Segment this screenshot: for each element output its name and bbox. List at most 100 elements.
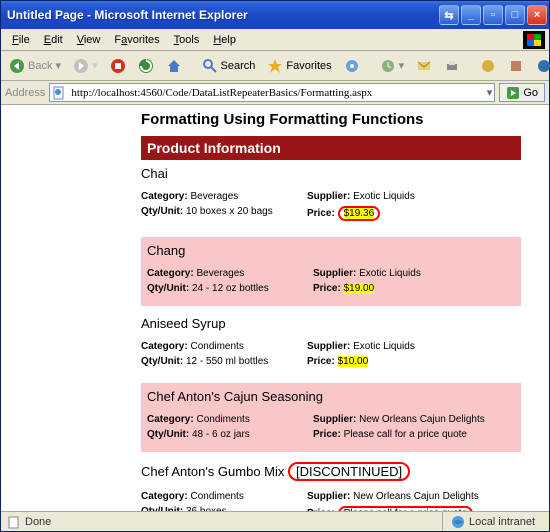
search-button[interactable]: Search bbox=[198, 56, 260, 76]
menu-file[interactable]: File bbox=[5, 32, 37, 48]
plugin-icon bbox=[536, 58, 550, 74]
address-input[interactable] bbox=[69, 86, 483, 100]
search-icon bbox=[202, 58, 218, 74]
category-label: Category: bbox=[147, 414, 194, 425]
category-label: Category: bbox=[141, 491, 188, 502]
media-button[interactable] bbox=[340, 56, 364, 76]
qty-value: 36 boxes bbox=[186, 506, 227, 511]
zone-cell: Local intranet bbox=[442, 512, 543, 531]
zone-icon bbox=[451, 515, 465, 529]
supplier-label: Supplier: bbox=[307, 341, 350, 352]
price-value: $10.00 bbox=[338, 356, 369, 367]
price-label: Price: bbox=[307, 356, 335, 367]
price-value: $19.00 bbox=[344, 283, 375, 294]
print-button[interactable] bbox=[440, 56, 464, 76]
media-icon bbox=[344, 58, 360, 74]
home-icon bbox=[166, 58, 182, 74]
qty-label: Qty/Unit: bbox=[141, 356, 183, 367]
qty-label: Qty/Unit: bbox=[147, 429, 189, 440]
refresh-icon bbox=[138, 58, 154, 74]
qty-label: Qty/Unit: bbox=[141, 206, 183, 217]
restore-button[interactable]: ▫ bbox=[483, 5, 503, 25]
refresh-button[interactable] bbox=[134, 56, 158, 76]
home-button[interactable] bbox=[162, 56, 186, 76]
category-label: Category: bbox=[141, 191, 188, 202]
globe-icon bbox=[480, 58, 496, 74]
close-button[interactable]: × bbox=[527, 5, 547, 25]
ext-button-1[interactable] bbox=[476, 56, 500, 76]
menubar: File Edit View Favorites Tools Help bbox=[1, 29, 549, 51]
supplier-value: New Orleans Cajun Delights bbox=[353, 491, 479, 502]
mail-icon bbox=[416, 58, 432, 74]
status-bar: Done Local intranet bbox=[1, 511, 549, 531]
product-item: ChangCategory: BeveragesSupplier: Exotic… bbox=[141, 237, 521, 306]
qty-value: 48 - 6 oz jars bbox=[192, 429, 250, 440]
ext-button-3[interactable] bbox=[532, 56, 550, 76]
supplier-label: Supplier: bbox=[313, 414, 356, 425]
zone-text: Local intranet bbox=[469, 516, 535, 528]
supplier-value: Exotic Liquids bbox=[353, 341, 415, 352]
qty-label: Qty/Unit: bbox=[147, 283, 189, 294]
category-value: Condiments bbox=[190, 491, 243, 502]
category-value: Condiments bbox=[196, 414, 249, 425]
product-item: Aniseed SyrupCategory: CondimentsSupplie… bbox=[141, 310, 521, 379]
back-button[interactable]: Back ▾ bbox=[5, 56, 65, 76]
ext-button-2[interactable] bbox=[504, 56, 528, 76]
back-icon bbox=[9, 58, 25, 74]
content-viewport[interactable]: Formatting Using Formatting Functions Pr… bbox=[1, 105, 549, 511]
menu-tools[interactable]: Tools bbox=[167, 32, 207, 48]
category-label: Category: bbox=[147, 268, 194, 279]
product-name: Chef Anton's Cajun Seasoning bbox=[147, 389, 515, 404]
supplier-value: Exotic Liquids bbox=[353, 191, 415, 202]
price-label: Price: bbox=[307, 508, 335, 511]
menu-edit[interactable]: Edit bbox=[37, 32, 70, 48]
toolbar: Back ▾ ▾ Search Favorites ▾ bbox=[1, 51, 549, 81]
favorites-button[interactable]: Favorites bbox=[263, 56, 335, 76]
window-title: Untitled Page - Microsoft Internet Explo… bbox=[7, 8, 439, 22]
qty-label: Qty/Unit: bbox=[141, 506, 183, 511]
stop-icon bbox=[110, 58, 126, 74]
qty-value: 12 - 550 ml bottles bbox=[186, 356, 268, 367]
print-icon bbox=[444, 58, 460, 74]
address-field-wrap: ▾ bbox=[49, 83, 495, 102]
address-dropdown[interactable]: ▾ bbox=[487, 86, 493, 99]
category-value: Beverages bbox=[196, 268, 244, 279]
section-header: Product Information bbox=[141, 136, 521, 160]
ext1-button[interactable]: ⇆ bbox=[439, 5, 459, 25]
page-title: Formatting Using Formatting Functions bbox=[141, 111, 549, 128]
supplier-value: New Orleans Cajun Delights bbox=[359, 414, 485, 425]
supplier-label: Supplier: bbox=[307, 491, 350, 502]
status-text: Done bbox=[25, 516, 51, 528]
address-label: Address bbox=[5, 87, 45, 99]
history-icon bbox=[380, 58, 396, 74]
stop-button[interactable] bbox=[106, 56, 130, 76]
maximize-button[interactable]: □ bbox=[505, 5, 525, 25]
tool-icon bbox=[508, 58, 524, 74]
menu-view[interactable]: View bbox=[70, 32, 108, 48]
address-bar: Address ▾ Go bbox=[1, 81, 549, 105]
ie-logo bbox=[523, 31, 545, 49]
done-icon bbox=[7, 515, 21, 529]
menu-help[interactable]: Help bbox=[206, 32, 243, 48]
product-name: Chang bbox=[147, 243, 515, 258]
forward-button[interactable]: ▾ bbox=[69, 56, 102, 76]
supplier-label: Supplier: bbox=[313, 268, 356, 279]
page-body: Formatting Using Formatting Functions Pr… bbox=[1, 105, 549, 511]
titlebar: Untitled Page - Microsoft Internet Explo… bbox=[1, 1, 549, 29]
price-label: Price: bbox=[307, 208, 335, 219]
category-value: Condiments bbox=[190, 341, 243, 352]
price-value: $19.36 bbox=[338, 208, 381, 219]
price-value: Please call for a price quote bbox=[338, 508, 473, 511]
minimize-button[interactable]: _ bbox=[461, 5, 481, 25]
forward-icon bbox=[73, 58, 89, 74]
history-button[interactable]: ▾ bbox=[376, 56, 409, 76]
product-item: Chef Anton's Gumbo Mix [DISCONTINUED]Cat… bbox=[141, 456, 521, 511]
product-item: ChaiCategory: BeveragesSupplier: Exotic … bbox=[141, 160, 521, 233]
qty-value: 24 - 12 oz bottles bbox=[192, 283, 269, 294]
mail-button[interactable] bbox=[412, 56, 436, 76]
star-icon bbox=[267, 58, 283, 74]
menu-favorites[interactable]: Favorites bbox=[107, 32, 166, 48]
qty-value: 10 boxes x 20 bags bbox=[186, 206, 273, 217]
price-label: Price: bbox=[313, 283, 341, 294]
go-button[interactable]: Go bbox=[499, 83, 545, 102]
